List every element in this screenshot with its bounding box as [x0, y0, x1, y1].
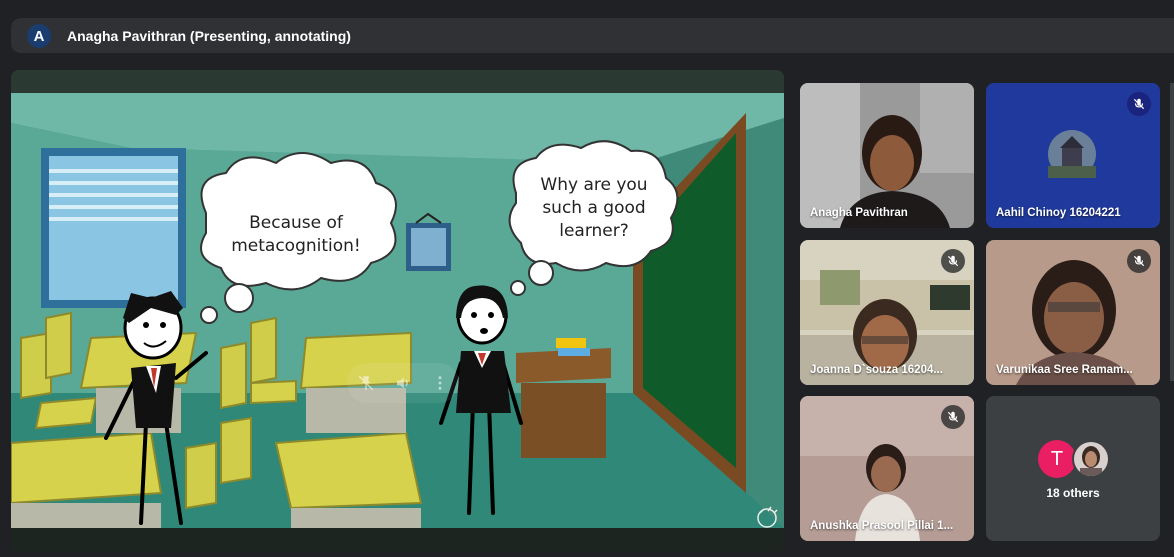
bubble-left-line-2: metacognition! [231, 236, 361, 256]
mic-off-icon [1127, 92, 1151, 116]
participant-name: Aahil Chinoy 16204221 [996, 207, 1121, 219]
participant-tile-anushka[interactable]: Anushka Prasool Pillai 1... [800, 396, 974, 541]
participant-tile-anagha[interactable]: Anagha Pavithran [800, 83, 974, 228]
mic-off-icon [1127, 249, 1151, 273]
bubble-right-line-1: Why are you [540, 175, 647, 195]
participant-name: Anagha Pavithran [810, 207, 908, 219]
participant-tile-joanna[interactable]: Joanna D`souza 16204... [800, 240, 974, 385]
others-count-label: 18 others [1046, 486, 1100, 500]
volume-icon[interactable] [391, 371, 415, 395]
participant-name: Anushka Prasool Pillai 1... [810, 520, 954, 532]
next-column-edge [1170, 83, 1174, 381]
participant-name: Joanna D`souza 16204... [810, 364, 943, 376]
presenter-bar: A Anagha Pavithran (Presenting, annotati… [11, 18, 1174, 53]
others-tile[interactable]: T 18 others [986, 396, 1160, 541]
slide-overlay-controls[interactable] [347, 363, 459, 403]
mic-off-icon [941, 405, 965, 429]
others-avatar-photo [1072, 440, 1110, 478]
pin-off-icon[interactable] [354, 371, 378, 395]
bubble-right-line-2: such a good [542, 198, 645, 218]
slide-illustration: Because of metacognition! Why are you su… [11, 93, 784, 528]
more-vert-icon[interactable] [428, 371, 452, 395]
presenter-avatar: A [27, 24, 51, 48]
participant-tile-varunikaa[interactable]: Varunikaa Sree Ramam... [986, 240, 1160, 385]
participant-tile-aahil[interactable]: Aahil Chinoy 16204221 [986, 83, 1160, 228]
stage-bottom-band [11, 528, 784, 552]
participant-name: Varunikaa Sree Ramam... [996, 364, 1133, 376]
participant-avatar [1048, 130, 1096, 178]
presentation-stage[interactable]: Because of metacognition! Why are you su… [11, 70, 784, 552]
presenter-label: Anagha Pavithran (Presenting, annotating… [67, 28, 351, 44]
bubble-left-line-1: Because of [249, 213, 344, 233]
mic-off-icon [941, 249, 965, 273]
stage-top-band [11, 70, 784, 93]
others-avatar-t: T [1038, 440, 1076, 478]
bubble-right-line-3: learner? [559, 221, 629, 241]
